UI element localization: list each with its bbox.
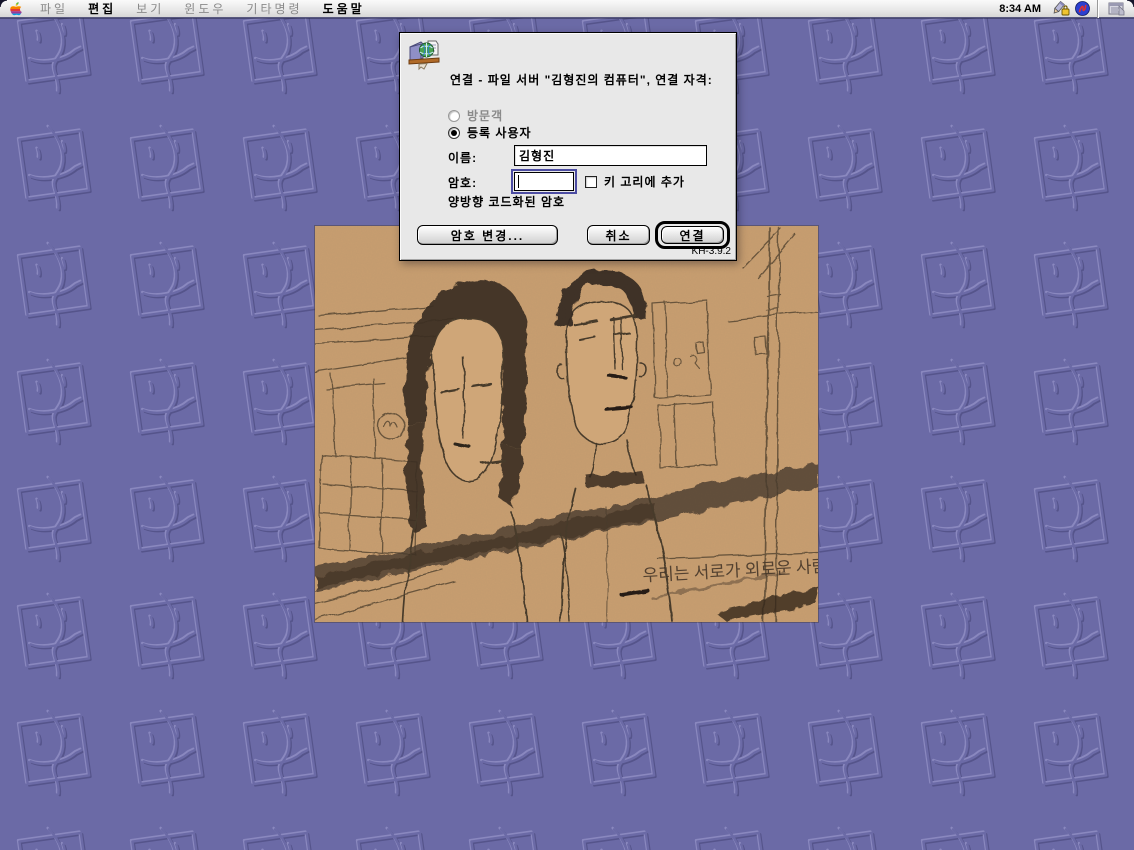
menu-file[interactable]: 파일	[30, 0, 78, 18]
connect-to-server-dialog: 연결 - 파일 서버 "김형진의 컴퓨터", 연결 자격: 방문객 등록 사용자…	[399, 32, 737, 261]
version-label: KH-3.9.2	[692, 246, 731, 257]
change-password-button[interactable]: 암호 변경...	[417, 225, 558, 245]
menu-view[interactable]: 보기	[126, 0, 174, 18]
screen-corner	[0, 0, 7, 7]
text-caret	[518, 175, 519, 188]
guest-radio-label: 방문객	[467, 107, 503, 124]
guest-radio[interactable]: 방문객	[448, 107, 503, 124]
pencil-keychain-menu[interactable]	[1049, 0, 1071, 18]
radio-circle-icon	[448, 110, 460, 122]
registered-user-radio[interactable]: 등록 사용자	[448, 124, 532, 141]
menu-help[interactable]: 도움말	[313, 0, 375, 18]
checkbox-icon	[585, 176, 597, 188]
cancel-button[interactable]: 취소	[587, 225, 650, 245]
name-label: 이름:	[448, 149, 477, 166]
registered-radio-label: 등록 사용자	[467, 124, 532, 141]
pencil-keychain-icon	[1051, 1, 1070, 16]
dialog-header: 연결 - 파일 서버 "김형진의 컴퓨터", 연결 자격:	[450, 71, 713, 88]
menubar-clock[interactable]: 8:34 AM	[995, 3, 1049, 15]
blue-round-app-menu[interactable]	[1071, 0, 1093, 18]
application-switcher-icon	[1108, 2, 1126, 16]
blue-round-app-icon	[1075, 1, 1090, 16]
apple-icon	[9, 1, 22, 16]
menu-other-commands[interactable]: 기타명령	[236, 0, 312, 18]
desktop-picture: 우리는 서로가 외로운 사람들	[315, 226, 818, 622]
add-to-keychain-checkbox[interactable]: 키 고리에 추가	[585, 173, 685, 190]
password-focus-ring	[511, 169, 577, 194]
password-label: 암호:	[448, 174, 477, 191]
name-input[interactable]	[514, 145, 707, 166]
encryption-note: 양방향 코드화된 암호	[448, 193, 565, 210]
desktop: 파일 편집 보기 윈도우 기타명령 도움말 8:34 AM	[0, 0, 1134, 850]
file-server-icon	[407, 38, 441, 75]
menu-window[interactable]: 윈도우	[174, 0, 236, 18]
menu-edit[interactable]: 편집	[78, 0, 126, 18]
connect-button[interactable]: 연결	[661, 226, 724, 244]
screen-corner	[1127, 0, 1134, 7]
password-input[interactable]	[514, 172, 574, 191]
radio-selected-icon	[448, 127, 460, 139]
keychain-checkbox-label: 키 고리에 추가	[604, 173, 685, 190]
menubar-separator	[1097, 0, 1098, 18]
menu-bar: 파일 편집 보기 윈도우 기타명령 도움말 8:34 AM	[0, 0, 1134, 18]
default-button-ring: 연결	[655, 221, 730, 249]
